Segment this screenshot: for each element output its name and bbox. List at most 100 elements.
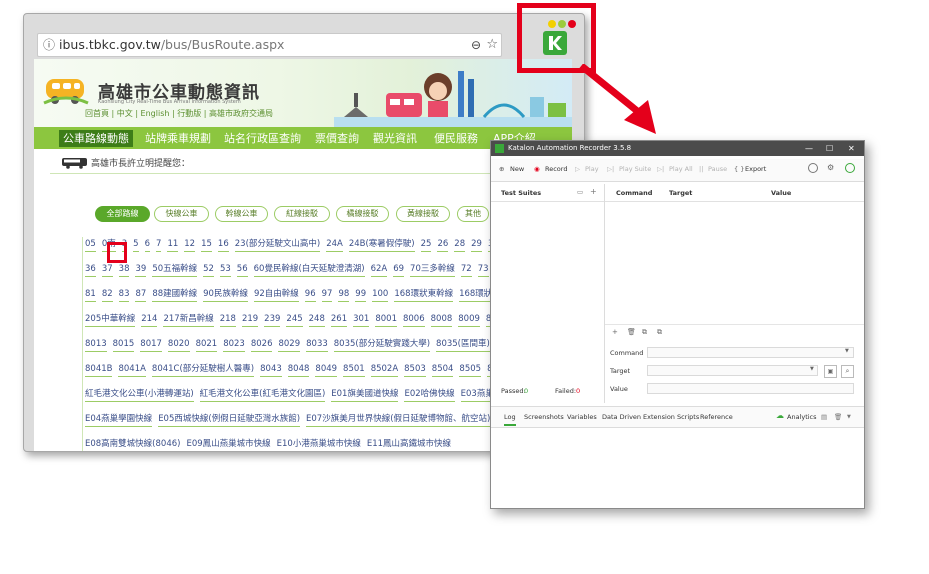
route-link[interactable]: 8504 bbox=[431, 364, 454, 377]
route-link[interactable]: 8017 bbox=[140, 339, 162, 352]
paste-command-icon[interactable]: ⧉ bbox=[657, 328, 662, 337]
route-link[interactable]: E08高南雙城快線(8046) bbox=[85, 437, 180, 451]
tab-extension-scripts[interactable]: Extension Scripts bbox=[643, 413, 699, 421]
route-link[interactable]: 6 bbox=[144, 239, 151, 252]
settings-gear-icon[interactable]: ⚙ bbox=[827, 163, 834, 172]
select-target-icon[interactable]: ▣ bbox=[824, 365, 837, 378]
filter-trunk[interactable]: 幹線公車 bbox=[215, 206, 268, 222]
route-link[interactable]: 8026 bbox=[250, 339, 273, 352]
route-link[interactable]: 8041A bbox=[118, 364, 146, 377]
filter-orange-line[interactable]: 橘線接駁 bbox=[336, 206, 389, 222]
route-link[interactable]: 8035(區間車) bbox=[436, 337, 490, 352]
route-link[interactable]: 8020 bbox=[167, 339, 190, 352]
route-link[interactable]: 219 bbox=[241, 314, 259, 327]
route-link[interactable]: 81 bbox=[85, 289, 96, 302]
filter-all-routes[interactable]: 全部路線 bbox=[95, 206, 150, 222]
command-field[interactable] bbox=[647, 347, 854, 358]
nav-tourism[interactable]: 觀光資訊 bbox=[373, 130, 417, 147]
route-link[interactable]: 56 bbox=[236, 264, 248, 277]
route-link[interactable]: E07沙旗美月世界快線(假日延駛博物館、航空站) bbox=[306, 412, 491, 427]
route-link[interactable]: 97 bbox=[321, 289, 333, 302]
route-link[interactable]: 168環狀東幹線 bbox=[394, 287, 454, 302]
info-icon[interactable]: ⓘ bbox=[43, 34, 55, 56]
add-command-icon[interactable]: + bbox=[612, 328, 618, 336]
route-link[interactable]: 05 bbox=[85, 239, 96, 252]
close-icon[interactable]: ✕ bbox=[848, 141, 855, 156]
copy-command-icon[interactable]: ⧉ bbox=[642, 328, 647, 337]
route-link[interactable]: 36 bbox=[85, 264, 96, 277]
route-link[interactable]: 39 bbox=[135, 264, 147, 277]
route-link[interactable]: 261 bbox=[330, 314, 348, 327]
route-link[interactable]: 23(部分延駛文山高中) bbox=[234, 237, 321, 252]
route-link[interactable]: E05西城快線(例假日延駛亞灣水族館) bbox=[158, 412, 301, 427]
route-link[interactable]: 11 bbox=[167, 239, 179, 252]
route-link[interactable]: 73 bbox=[477, 264, 489, 277]
route-link[interactable]: 8021 bbox=[195, 339, 218, 352]
route-link[interactable]: 26 bbox=[437, 239, 449, 252]
nav-fares[interactable]: 票價查詢 bbox=[315, 130, 359, 147]
route-link[interactable]: 8008 bbox=[430, 314, 453, 327]
route-link[interactable]: E02哈佛快線 bbox=[404, 387, 455, 402]
maximize-dot-icon[interactable] bbox=[558, 20, 566, 28]
export-button[interactable]: Export bbox=[745, 165, 766, 173]
route-link[interactable]: 53 bbox=[219, 264, 231, 277]
route-link[interactable]: 8009 bbox=[458, 314, 480, 327]
filter-yellow-line[interactable]: 黃線接駁 bbox=[396, 206, 450, 222]
route-link[interactable]: 8015 bbox=[112, 339, 135, 352]
minimize-icon[interactable]: — bbox=[805, 141, 813, 156]
play-all-button[interactable]: Play All bbox=[669, 165, 693, 173]
delete-log-icon[interactable]: 🗑 bbox=[834, 413, 842, 421]
route-link[interactable]: 214 bbox=[141, 314, 158, 327]
route-link[interactable]: 92自由幹線 bbox=[253, 287, 299, 302]
delete-command-icon[interactable]: 🗑 bbox=[627, 328, 636, 336]
route-link[interactable]: 28 bbox=[454, 239, 466, 252]
route-link[interactable]: 50五福幹線 bbox=[152, 262, 198, 277]
route-link[interactable]: 239 bbox=[264, 314, 281, 327]
route-link[interactable]: 87 bbox=[135, 289, 147, 302]
route-link[interactable]: 8048 bbox=[287, 364, 310, 377]
add-suite-icon[interactable]: + bbox=[590, 187, 597, 196]
route-link[interactable]: 7 bbox=[156, 239, 162, 252]
route-link[interactable]: 8503 bbox=[404, 364, 426, 377]
route-link[interactable]: 217新昌幹線 bbox=[163, 312, 214, 327]
route-link[interactable]: 218 bbox=[219, 314, 236, 327]
route-link[interactable]: 8033 bbox=[306, 339, 328, 352]
route-link[interactable]: 301 bbox=[353, 314, 370, 327]
route-link[interactable]: 8029 bbox=[278, 339, 301, 352]
route-link[interactable]: 82 bbox=[101, 289, 113, 302]
route-link[interactable]: 60覺民幹線(白天延駛澄清湖) bbox=[253, 262, 365, 277]
route-link[interactable]: 8049 bbox=[315, 364, 338, 377]
route-link[interactable]: 8035(部分延駛實踐大學) bbox=[333, 337, 431, 352]
tab-screenshots[interactable]: Screenshots bbox=[524, 413, 564, 421]
chevron-down-icon[interactable]: ▼ bbox=[810, 366, 814, 372]
route-link[interactable]: E04燕巢學園快線 bbox=[85, 412, 153, 427]
value-field[interactable] bbox=[647, 383, 854, 394]
chevron-down-icon[interactable]: ▼ bbox=[847, 414, 851, 420]
route-link[interactable]: 69 bbox=[393, 264, 405, 277]
route-link[interactable]: 8001 bbox=[375, 314, 397, 327]
route-link[interactable]: E11鳳山高鐵城市快線 bbox=[367, 437, 451, 451]
route-link[interactable]: 70三多幹線 bbox=[410, 262, 455, 277]
route-link[interactable]: 8041B bbox=[85, 364, 113, 377]
route-link[interactable]: E01旗美國道快線 bbox=[331, 387, 399, 402]
play-button[interactable]: Play bbox=[585, 165, 599, 173]
nav-trip-planning[interactable]: 站牌乘車規劃 bbox=[145, 130, 211, 147]
record-button[interactable]: Record bbox=[545, 165, 567, 173]
route-link[interactable]: 5 bbox=[133, 239, 139, 252]
route-link[interactable]: 24A bbox=[326, 239, 343, 252]
route-link[interactable]: 8023 bbox=[223, 339, 245, 352]
route-link[interactable]: 83 bbox=[118, 289, 130, 302]
play-suite-button[interactable]: Play Suite bbox=[619, 165, 651, 173]
route-link[interactable]: 88建國幹線 bbox=[152, 287, 198, 302]
route-link[interactable]: 12 bbox=[184, 239, 196, 252]
nav-services[interactable]: 便民服務 bbox=[434, 130, 478, 147]
route-link[interactable]: 16 bbox=[217, 239, 229, 252]
tab-log[interactable]: Log bbox=[504, 413, 516, 426]
route-link[interactable]: 8043 bbox=[260, 364, 282, 377]
close-dot-icon[interactable] bbox=[568, 20, 576, 28]
filter-other[interactable]: 其他 bbox=[457, 206, 489, 222]
route-link[interactable]: 62A bbox=[370, 264, 388, 277]
minimize-dot-icon[interactable] bbox=[548, 20, 556, 28]
route-link[interactable]: 100 bbox=[372, 289, 389, 302]
route-link[interactable]: 8502A bbox=[370, 364, 399, 377]
